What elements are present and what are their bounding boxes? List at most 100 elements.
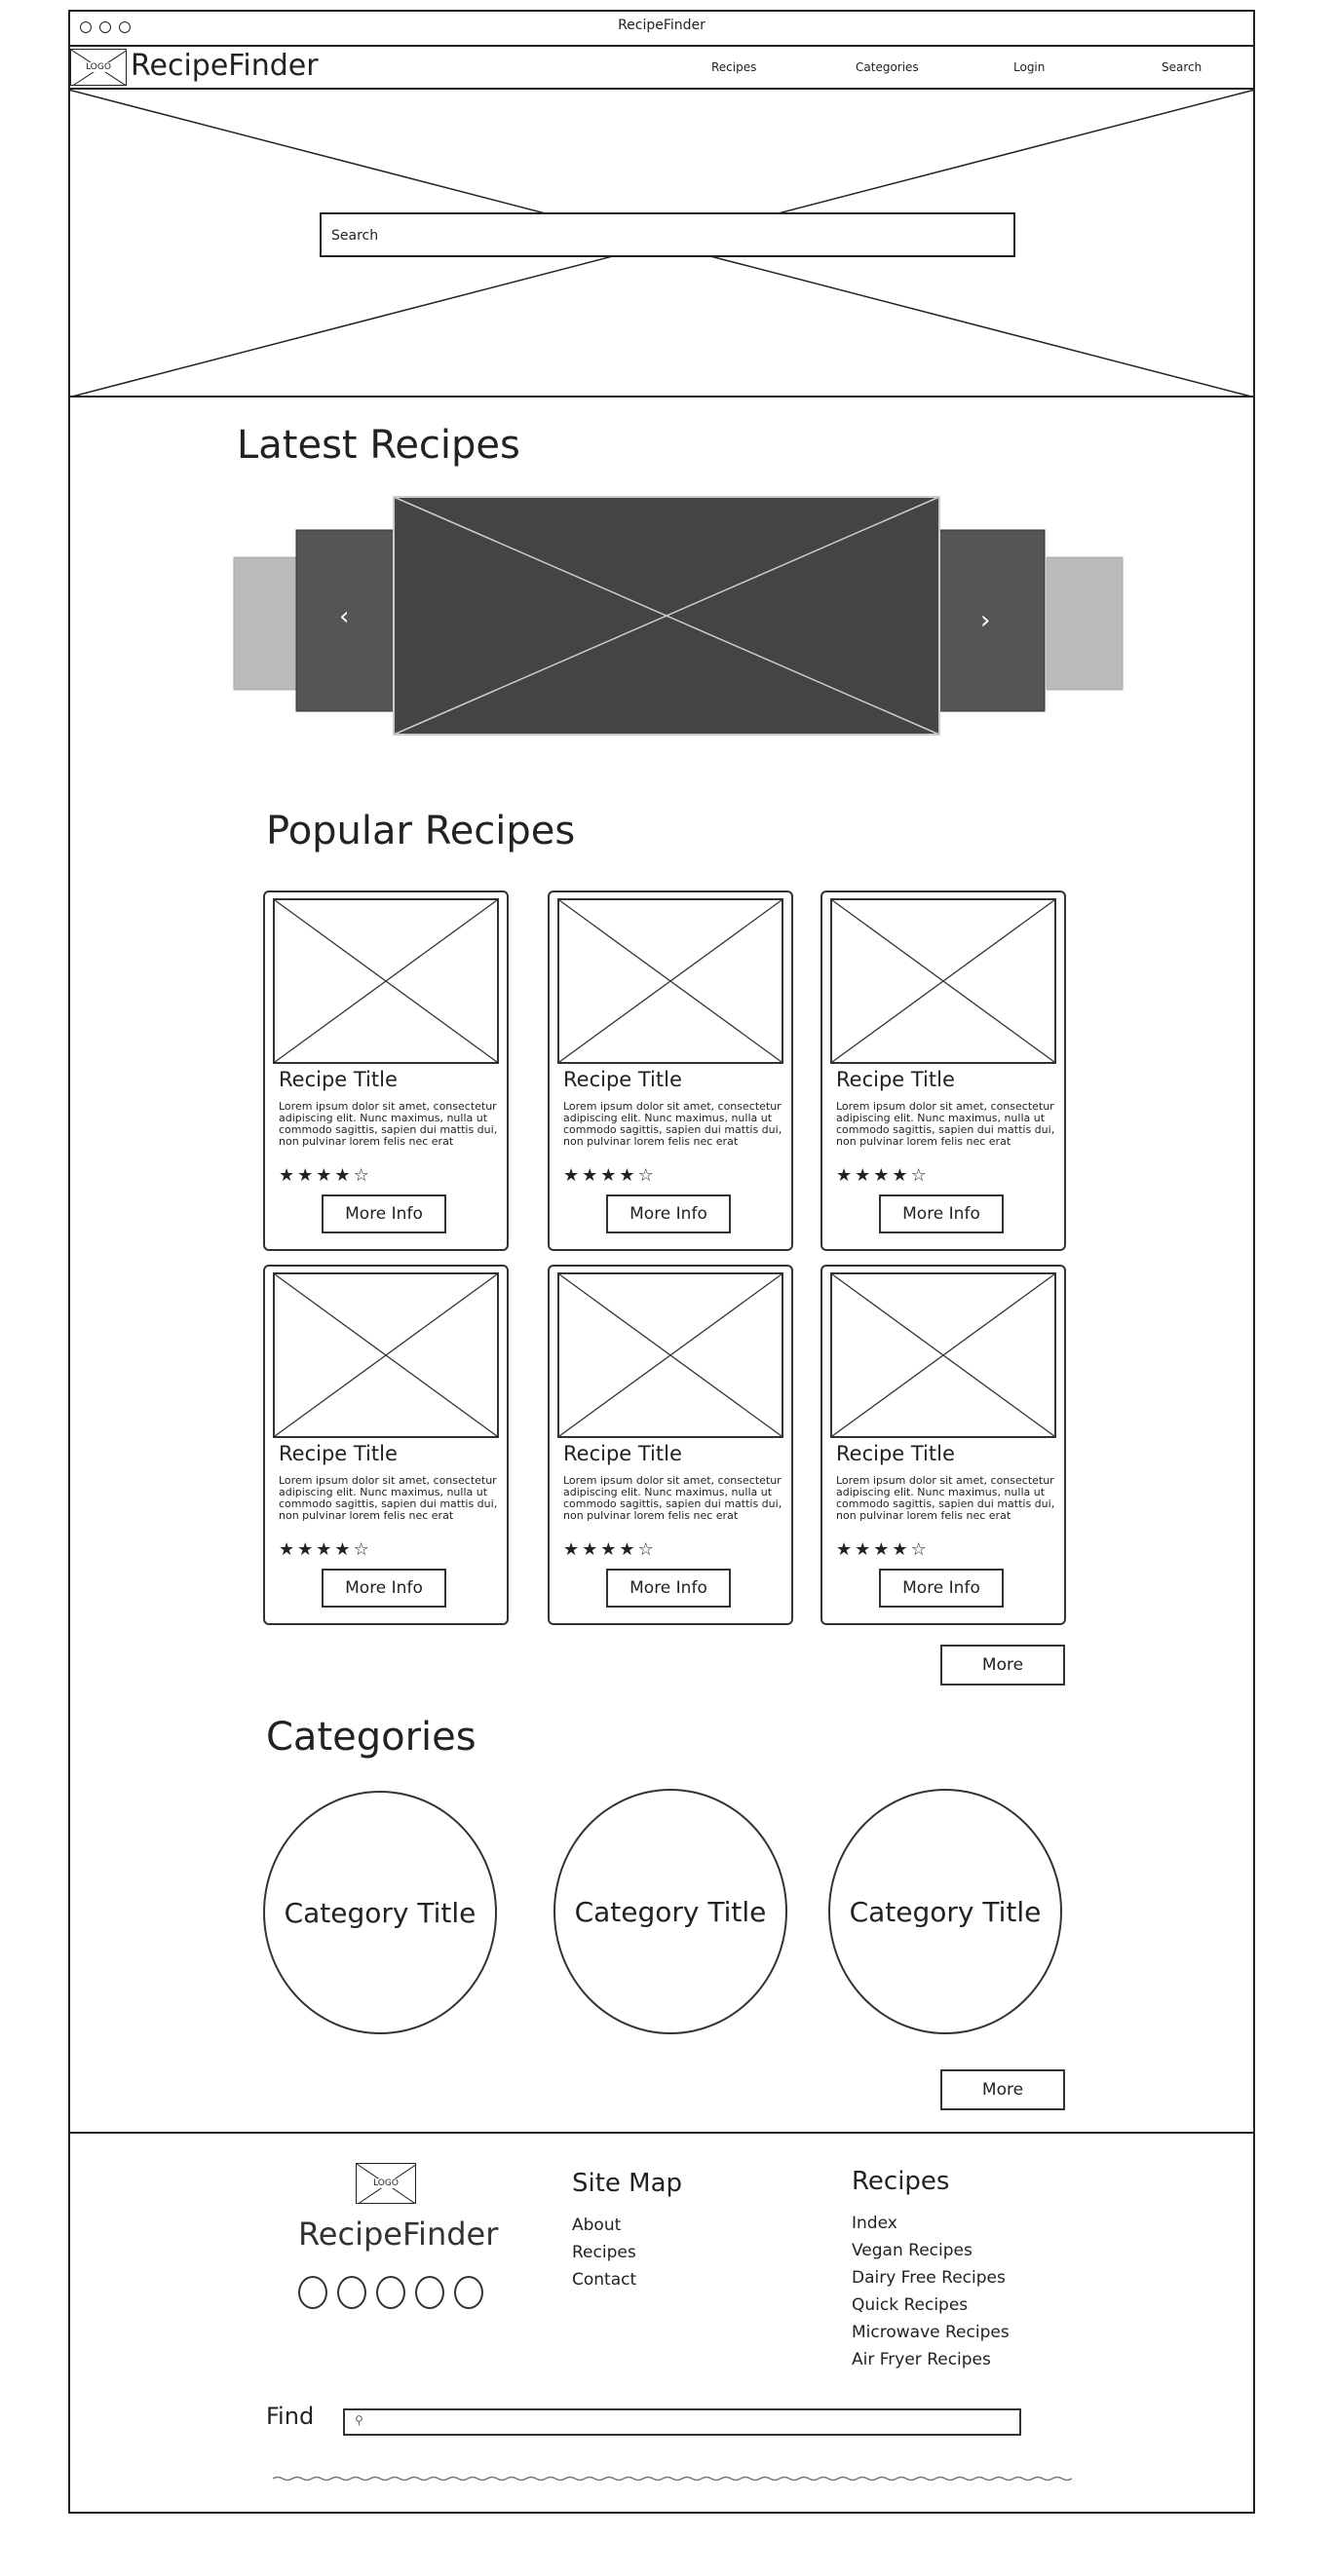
page-footer: LOGO RecipeFinder Site Map About Recipes… (68, 2132, 1255, 2514)
recipe-title: Recipe Title (836, 1068, 955, 1091)
footer-recipes-link-index[interactable]: Index (852, 2210, 897, 2237)
recipe-description: Lorem ipsum dolor sit amet, consectetur … (563, 1100, 782, 1148)
star-empty-icon: ☆ (637, 1539, 657, 1560)
recipe-image-placeholder (273, 1272, 499, 1438)
recipe-image-placeholder (557, 1272, 783, 1438)
star-filled-icon: ★ (892, 1165, 911, 1186)
star-filled-icon: ★ (582, 1165, 601, 1186)
category-circle-2[interactable]: Category Title (553, 1789, 787, 2034)
star-filled-icon: ★ (334, 1165, 354, 1186)
recipe-description: Lorem ipsum dolor sit amet, consectetur … (563, 1474, 782, 1522)
recipe-description: Lorem ipsum dolor sit amet, consectetur … (836, 1100, 1055, 1148)
recipe-image-placeholder (557, 898, 783, 1064)
more-info-button[interactable]: More Info (606, 1569, 731, 1608)
top-navbar: LOGO RecipeFinder Recipes Categories Log… (68, 47, 1255, 90)
star-filled-icon: ★ (873, 1539, 893, 1560)
footer-recipes-link-air-fryer[interactable]: Air Fryer Recipes (852, 2346, 991, 2373)
star-filled-icon: ★ (297, 1165, 317, 1186)
star-filled-icon: ★ (297, 1539, 317, 1560)
nav-link-search[interactable]: Search (1162, 60, 1202, 74)
sitemap-heading: Site Map (572, 2169, 683, 2198)
social-icon-2[interactable] (337, 2276, 366, 2309)
carousel-slides (233, 496, 1124, 736)
more-info-button[interactable]: More Info (322, 1569, 446, 1608)
find-label: Find (266, 2403, 315, 2430)
nav-link-categories[interactable]: Categories (856, 60, 919, 74)
star-filled-icon: ★ (836, 1539, 856, 1560)
social-icon-4[interactable] (415, 2276, 444, 2309)
search-icon: ⚲ (355, 2413, 363, 2427)
recipe-image-placeholder (830, 1272, 1056, 1438)
window-titlebar: RecipeFinder (68, 10, 1255, 47)
star-rating: ★★★★☆ (279, 1165, 372, 1186)
star-rating: ★★★★☆ (563, 1165, 657, 1186)
footer-recipes-link-microwave[interactable]: Microwave Recipes (852, 2319, 1010, 2346)
popular-more-button[interactable]: More (940, 1645, 1065, 1686)
category-circle-3[interactable]: Category Title (828, 1789, 1062, 2034)
footer-recipes-link-dairy-free[interactable]: Dairy Free Recipes (852, 2264, 1006, 2292)
footer-fine-print-scribble (273, 2476, 1072, 2481)
latest-recipes-carousel: ‹ › (230, 487, 1126, 740)
star-rating: ★★★★☆ (836, 1539, 930, 1560)
brand-name[interactable]: RecipeFinder (131, 49, 319, 83)
star-filled-icon: ★ (279, 1165, 298, 1186)
hero-banner: Search (68, 90, 1255, 398)
nav-link-recipes[interactable]: Recipes (711, 60, 756, 74)
recipe-description: Lorem ipsum dolor sit amet, consectetur … (279, 1474, 498, 1522)
recipe-card[interactable]: Recipe Title Lorem ipsum dolor sit amet, … (820, 1265, 1066, 1625)
recipe-title: Recipe Title (279, 1068, 398, 1091)
star-filled-icon: ★ (873, 1165, 893, 1186)
star-filled-icon: ★ (563, 1165, 583, 1186)
nav-link-login[interactable]: Login (1013, 60, 1045, 74)
star-filled-icon: ★ (855, 1165, 874, 1186)
footer-logo-placeholder[interactable]: LOGO (356, 2163, 416, 2204)
latest-recipes-heading: Latest Recipes (237, 423, 520, 468)
recipe-card[interactable]: Recipe Title Lorem ipsum dolor sit amet, … (263, 1265, 509, 1625)
carousel-prev-button[interactable]: ‹ (339, 602, 349, 631)
star-rating: ★★★★☆ (279, 1539, 372, 1560)
star-rating: ★★★★☆ (836, 1165, 930, 1186)
social-icon-1[interactable] (298, 2276, 327, 2309)
hero-search-input[interactable]: Search (320, 212, 1015, 257)
recipe-card[interactable]: Recipe Title Lorem ipsum dolor sit amet, … (548, 890, 793, 1251)
star-empty-icon: ☆ (910, 1165, 930, 1186)
star-filled-icon: ★ (855, 1539, 874, 1560)
star-filled-icon: ★ (600, 1165, 620, 1186)
star-filled-icon: ★ (619, 1165, 638, 1186)
star-empty-icon: ☆ (353, 1165, 372, 1186)
footer-recipes-heading: Recipes (852, 2167, 950, 2196)
recipe-title: Recipe Title (563, 1068, 682, 1091)
star-filled-icon: ★ (316, 1539, 335, 1560)
footer-logo-text: LOGO (372, 2178, 400, 2188)
more-info-button[interactable]: More Info (879, 1569, 1004, 1608)
footer-recipes-link-vegan[interactable]: Vegan Recipes (852, 2237, 973, 2264)
star-filled-icon: ★ (316, 1165, 335, 1186)
recipe-card[interactable]: Recipe Title Lorem ipsum dolor sit amet, … (548, 1265, 793, 1625)
star-filled-icon: ★ (619, 1539, 638, 1560)
star-filled-icon: ★ (892, 1539, 911, 1560)
recipe-card[interactable]: Recipe Title Lorem ipsum dolor sit amet, … (820, 890, 1066, 1251)
recipe-title: Recipe Title (279, 1442, 398, 1465)
recipe-card[interactable]: Recipe Title Lorem ipsum dolor sit amet, … (263, 890, 509, 1251)
footer-brand-name: RecipeFinder (298, 2216, 499, 2253)
carousel-next-button[interactable]: › (980, 606, 990, 635)
sitemap-link-contact[interactable]: Contact (572, 2266, 636, 2293)
logo-text: LOGO (85, 62, 112, 72)
social-icon-3[interactable] (376, 2276, 405, 2309)
recipe-image-placeholder (830, 898, 1056, 1064)
sitemap-link-recipes[interactable]: Recipes (572, 2239, 636, 2266)
categories-more-button[interactable]: More (940, 2069, 1065, 2110)
star-empty-icon: ☆ (353, 1539, 372, 1560)
sitemap-link-about[interactable]: About (572, 2212, 621, 2239)
more-info-button[interactable]: More Info (606, 1194, 731, 1233)
star-filled-icon: ★ (563, 1539, 583, 1560)
footer-find-input[interactable]: ⚲ (343, 2408, 1021, 2436)
social-icon-5[interactable] (454, 2276, 483, 2309)
logo-placeholder[interactable]: LOGO (70, 49, 127, 86)
category-circle-1[interactable]: Category Title (263, 1791, 497, 2034)
star-filled-icon: ★ (600, 1539, 620, 1560)
more-info-button[interactable]: More Info (879, 1194, 1004, 1233)
more-info-button[interactable]: More Info (322, 1194, 446, 1233)
footer-recipes-link-quick[interactable]: Quick Recipes (852, 2292, 968, 2319)
recipe-title: Recipe Title (836, 1442, 955, 1465)
